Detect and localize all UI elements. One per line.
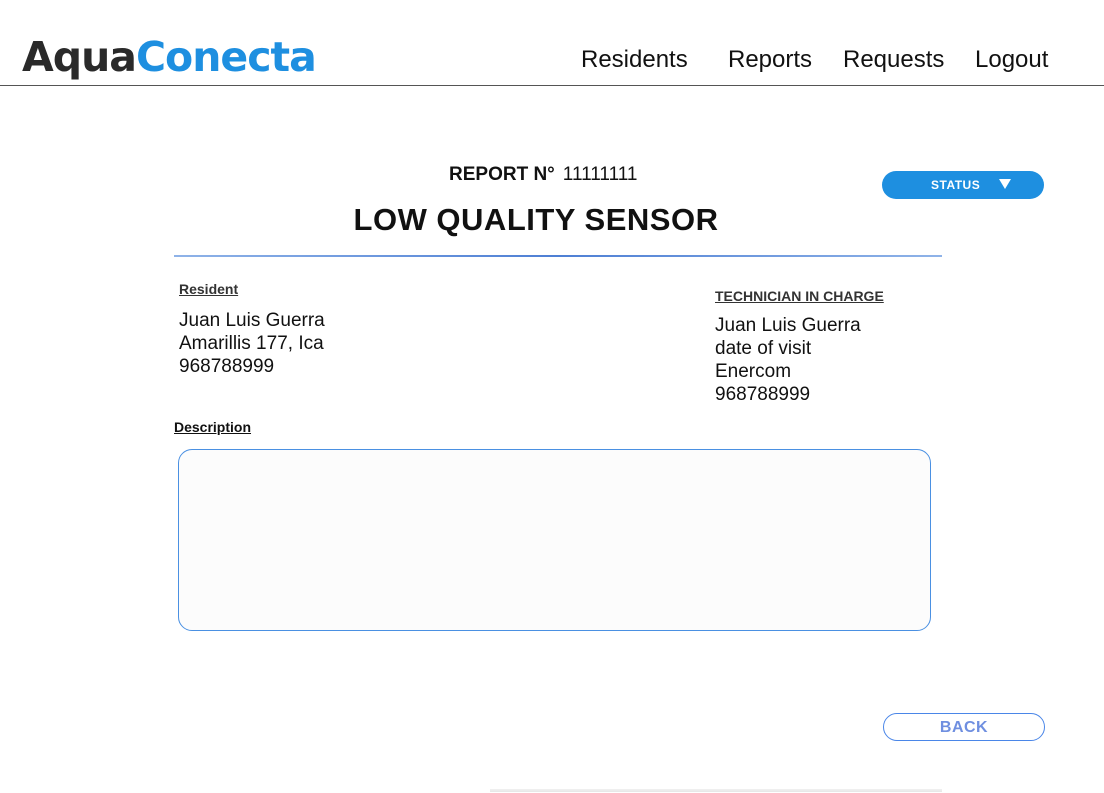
technician-phone: 968788999 [715,384,811,405]
resident-phone: 968788999 [179,356,275,377]
technician-company: Enercom [715,361,792,382]
triangle-down-icon [999,179,1011,189]
logo-text-conecta: Conecta [135,33,317,81]
technician-section-label: TECHNICIAN IN CHARGE [715,288,884,304]
report-number-value: 11111111 [562,164,638,185]
resident-name: Juan Luis Guerra [179,310,325,331]
resident-address: Amarillis 177, Ica [179,333,324,354]
report-detail-page: AquaConecta Residents Reports Requests L… [0,0,1104,793]
top-navbar: AquaConecta Residents Reports Requests L… [0,0,1104,86]
report-number-label: REPORT N° [449,164,555,185]
nav-residents[interactable]: Residents [581,44,688,76]
resident-info: Juan Luis Guerra Amarillis 177, Ica 9687… [179,309,325,378]
technician-name: Juan Luis Guerra [715,315,861,336]
app-logo[interactable]: AquaConecta [22,30,317,84]
nav-reports[interactable]: Reports [728,44,812,76]
logo-text-aqua: Aqua [22,33,137,81]
report-title: LOW QUALITY SENSOR [353,202,719,237]
nav-logout[interactable]: Logout [975,44,1048,76]
status-dropdown[interactable]: STATUS [882,171,1044,199]
report-number: REPORT N° 11111111 [449,162,637,188]
back-button[interactable]: BACK [883,713,1045,741]
technician-visit-date: date of visit [715,338,812,359]
resident-section-label: Resident [179,281,239,297]
technician-info: Juan Luis Guerra date of visit Enercom 9… [715,314,861,406]
nav-requests[interactable]: Requests [843,44,944,76]
status-dropdown-label: STATUS [931,178,981,192]
description-label: Description [174,419,252,435]
bottom-divider [490,789,942,792]
header-divider [174,255,942,257]
description-textarea[interactable] [178,449,931,631]
